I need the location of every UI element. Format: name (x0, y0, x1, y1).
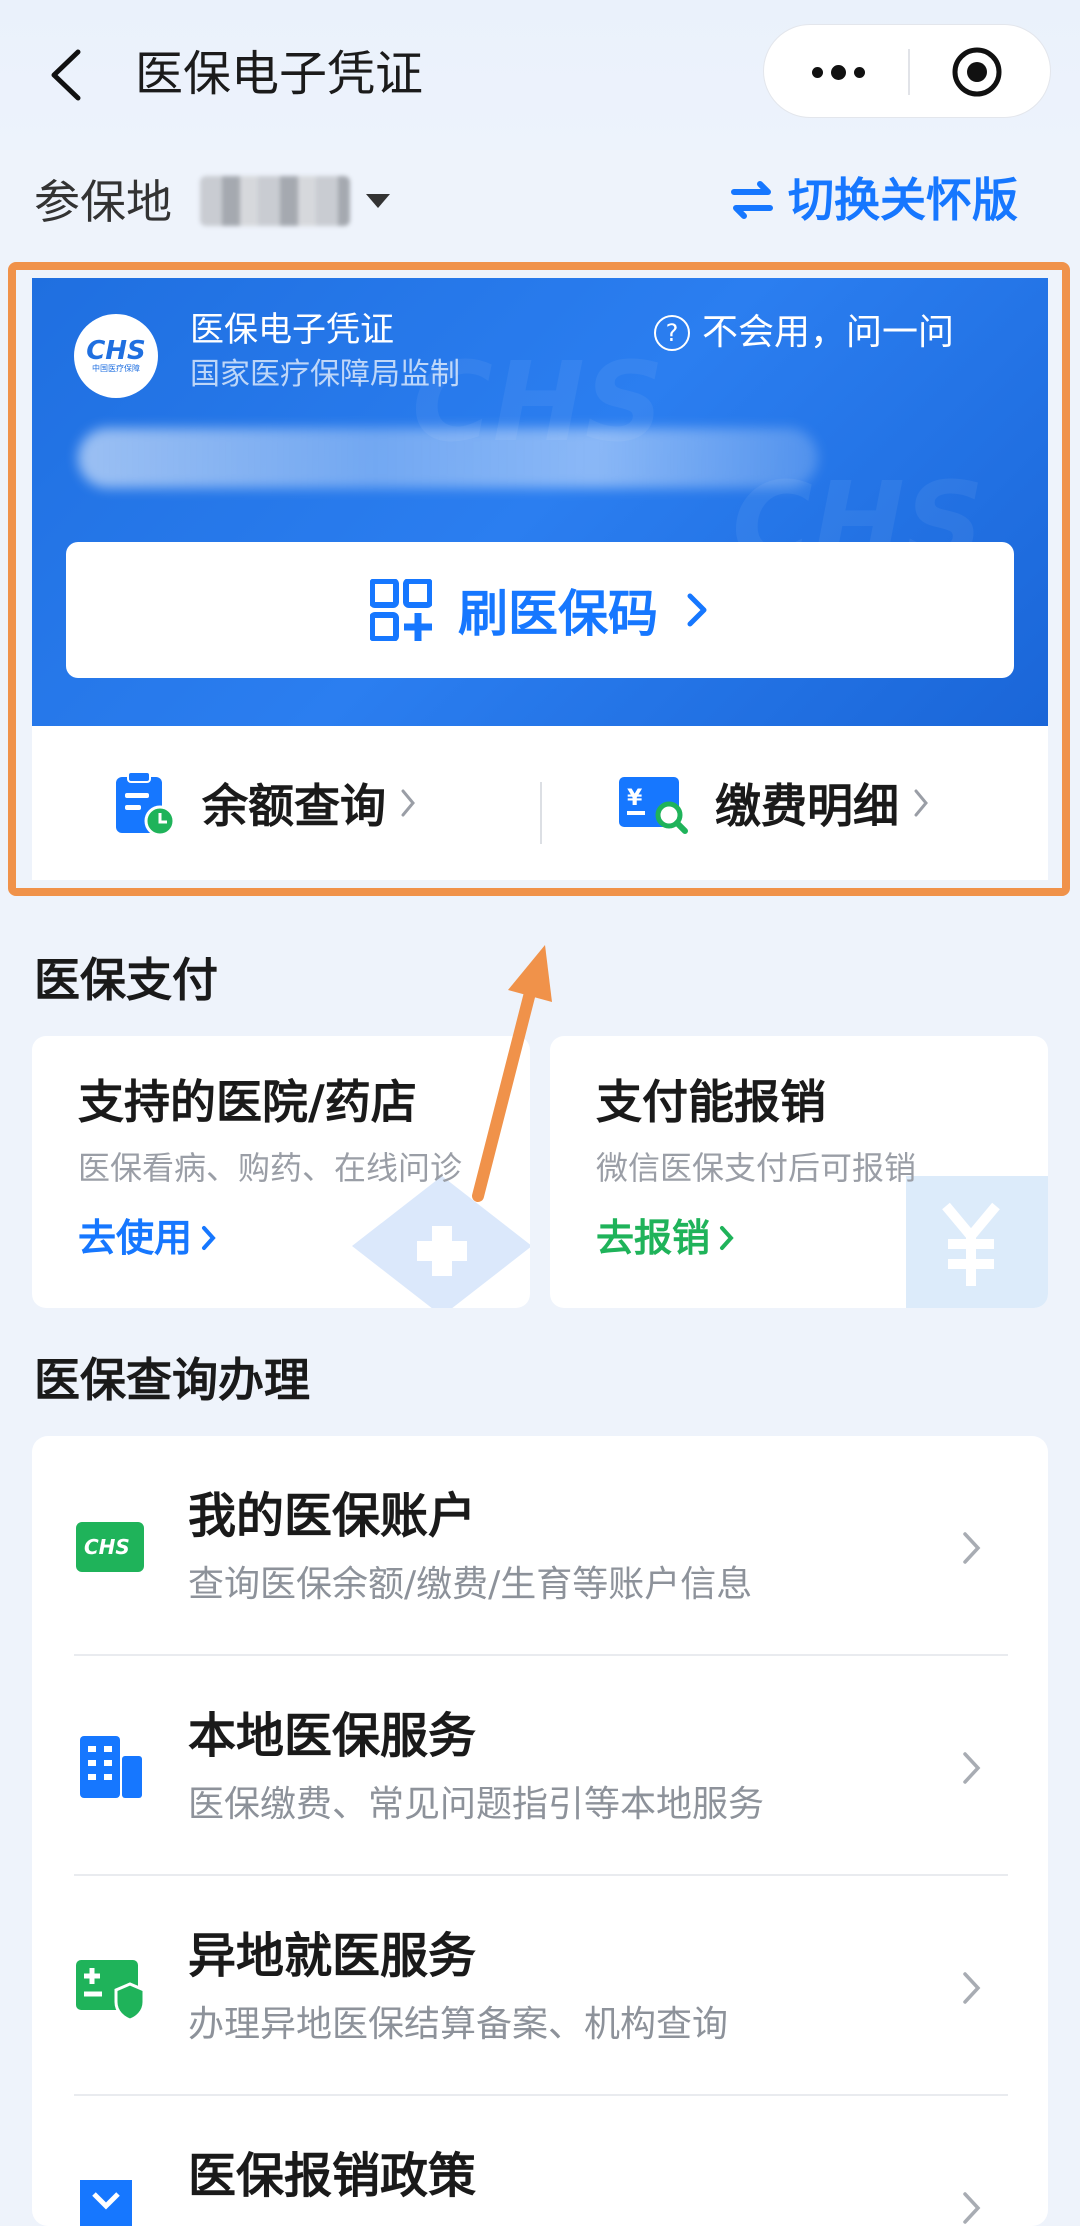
list-item-local-service[interactable]: 本地医保服务 医保缴费、常见问题指引等本地服务 (32, 1656, 1048, 1874)
list-item-my-account[interactable]: CHS 我的医保账户 查询医保余额/缴费/生育等账户信息 (32, 1436, 1048, 1654)
insured-location-label: 参保地 (34, 175, 172, 229)
switch-care-mode-button[interactable]: 切换关怀版 (726, 168, 1018, 232)
page-title: 医保电子凭证 (135, 46, 424, 102)
document-yuan-icon (80, 2180, 132, 2226)
chevron-right-icon (963, 1532, 981, 1564)
switch-care-mode-label: 切换关怀版 (788, 173, 1018, 227)
list-item-subtitle: 办理异地医保结算备案、机构查询 (188, 2004, 729, 2045)
list-item-title: 我的医保账户 (188, 1488, 477, 1544)
go-use-link[interactable]: 去使用 (78, 1212, 218, 1264)
caret-down-icon[interactable] (366, 194, 390, 208)
supported-hospitals-desc: 医保看病、购药、在线问诊 (78, 1149, 463, 1187)
mini-program-capsule (763, 24, 1051, 118)
insured-location-value-blurred[interactable] (200, 176, 350, 226)
list-item-subtitle: 查询医保余额/缴费/生育等账户信息 (188, 1564, 753, 1605)
reimbursement-title: 支付能报销 (596, 1075, 826, 1129)
go-reimburse-label: 去报销 (596, 1216, 711, 1260)
reimbursement-card[interactable]: 支付能报销 微信医保支付后可报销 去报销 (550, 1036, 1048, 1308)
svg-text:CHS: CHS (84, 1535, 130, 1559)
supported-hospitals-title: 支持的医院/药店 (78, 1075, 417, 1129)
query-service-list: CHS 我的医保账户 查询医保余额/缴费/生育等账户信息 本地医保服务 医保缴费… (32, 1436, 1048, 2226)
chevron-right-icon (963, 1752, 981, 1784)
chs-card-icon: CHS (76, 1522, 144, 1572)
shield-card-icon (76, 1960, 146, 2022)
chevron-right-icon (963, 1972, 981, 2004)
list-item-subtitle: 医保缴费、常见问题指引等本地服务 (188, 1784, 765, 1825)
list-item-title: 本地医保服务 (188, 1708, 477, 1764)
pay-section-title: 医保支付 (34, 953, 218, 1007)
list-item-remote-medical[interactable]: 异地就医服务 办理异地医保结算备案、机构查询 (32, 1876, 1048, 2094)
go-reimburse-link[interactable]: 去报销 (596, 1212, 736, 1264)
list-item-title: 医保报销政策 (188, 2148, 477, 2204)
query-section-title: 医保查询办理 (34, 1353, 310, 1407)
mini-program-close-icon[interactable] (950, 45, 1004, 99)
building-icon (80, 1736, 142, 1798)
back-arrow-icon[interactable] (40, 40, 100, 110)
reimbursement-desc: 微信医保支付后可报销 (596, 1149, 917, 1187)
more-dots-icon[interactable] (778, 45, 898, 99)
go-use-label: 去使用 (78, 1216, 193, 1260)
swap-icon (731, 181, 773, 219)
chevron-right-icon (720, 1226, 734, 1250)
capsule-divider (908, 49, 910, 95)
chevron-right-icon (202, 1226, 216, 1250)
supported-hospitals-card[interactable]: 支持的医院/药店 医保看病、购药、在线问诊 去使用 (32, 1036, 530, 1308)
annotation-highlight-frame (8, 262, 1070, 896)
list-item-reimbursement-policy[interactable]: 医保报销政策 (32, 2096, 1048, 2226)
list-item-title: 异地就医服务 (188, 1928, 477, 1984)
chevron-right-icon (963, 2192, 981, 2224)
